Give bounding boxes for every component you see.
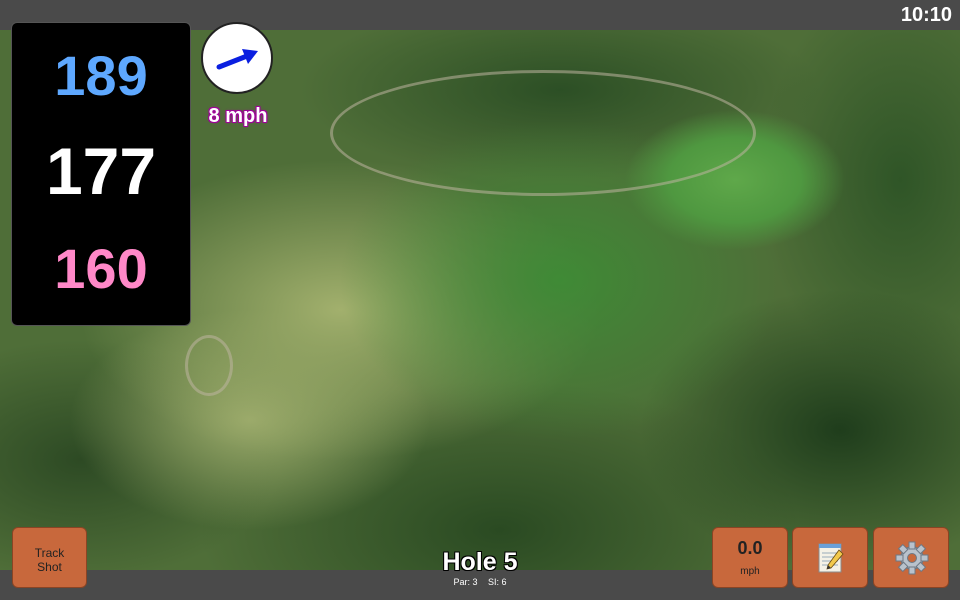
clock: 10:10 (900, 4, 952, 26)
wind-speed-label: 8 mph (208, 105, 268, 127)
arrow-east-northeast-icon (216, 49, 258, 70)
track-shot-label-line2: Shot (37, 560, 62, 574)
settings-button[interactable] (873, 527, 949, 588)
speed-value: 0.0 (737, 538, 763, 558)
hole-title: Hole 5 (442, 548, 518, 576)
back-distance: 189 (54, 44, 148, 107)
speed-button[interactable]: 0.0 mph (712, 527, 788, 588)
notepad-icon (818, 543, 844, 573)
track-shot-button[interactable]: Track Shot (12, 527, 87, 588)
center-distance: 177 (45, 134, 157, 208)
distance-panel: 189 177 160 (11, 22, 191, 326)
wind-indicator (201, 22, 273, 94)
speed-unit: mph (740, 566, 760, 577)
track-shot-label-line1: Track (34, 546, 65, 560)
hole-info: Par: 3 SI: 6 (400, 577, 560, 587)
gear-icon (895, 541, 929, 575)
cart-path (330, 70, 756, 196)
notes-button[interactable] (792, 527, 868, 588)
par-label: Par: 3 (453, 577, 478, 587)
front-distance: 160 (54, 237, 148, 300)
stroke-index-label: SI: 6 (488, 577, 507, 587)
tee-box (185, 335, 233, 396)
